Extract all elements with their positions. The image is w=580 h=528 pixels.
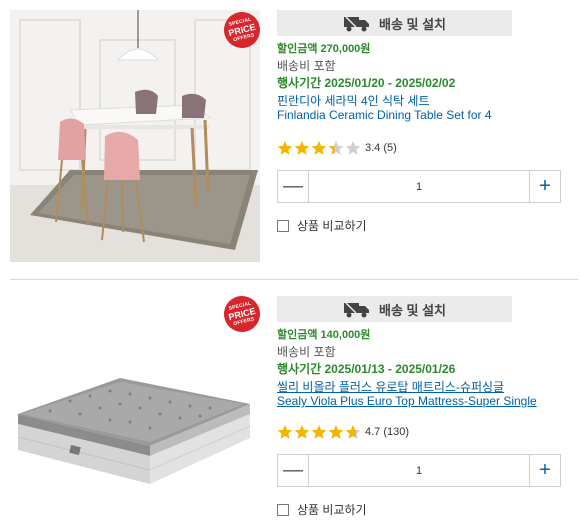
rating-text: 4.7 (130) bbox=[365, 426, 410, 438]
star-icon bbox=[328, 425, 344, 439]
rating-stars bbox=[277, 140, 361, 156]
product-card: SPECIAL PRICE OFFERS 배송 및 설치 할인금액 140,00… bbox=[0, 288, 580, 528]
star-icon bbox=[328, 141, 344, 155]
truck-icon bbox=[343, 16, 369, 32]
decrease-quantity-button[interactable]: — bbox=[278, 171, 308, 202]
delivery-label: 배송 및 설치 bbox=[378, 302, 447, 318]
dining-table-set-photo bbox=[10, 10, 260, 262]
compare-label: 상품 비교하기 bbox=[297, 503, 367, 517]
product-rating: 4.7 (130) bbox=[277, 423, 577, 441]
star-icon bbox=[311, 141, 327, 155]
product-image-mattress[interactable] bbox=[10, 296, 260, 528]
delivery-label: 배송 및 설치 bbox=[378, 16, 447, 32]
quantity-stepper: — 1 + bbox=[277, 454, 561, 487]
decrease-quantity-button[interactable]: — bbox=[278, 455, 308, 486]
product-name-en[interactable]: Sealy Viola Plus Euro Top Mattress-Super… bbox=[277, 394, 577, 410]
product-image-dining-set[interactable] bbox=[10, 10, 260, 262]
compare-label: 상품 비교하기 bbox=[297, 219, 367, 233]
compare-checkbox[interactable] bbox=[277, 219, 289, 232]
increase-quantity-button[interactable]: + bbox=[530, 455, 560, 486]
star-icon bbox=[345, 141, 361, 155]
mattress-photo bbox=[10, 296, 260, 528]
quantity-value: 1 bbox=[415, 464, 423, 477]
plus-icon: + bbox=[539, 459, 551, 481]
shipping-info: 배송비 포함 bbox=[277, 345, 336, 359]
minus-icon: — bbox=[283, 175, 303, 197]
star-icon bbox=[311, 425, 327, 439]
star-icon bbox=[294, 141, 310, 155]
product-card: SPECIAL PRICE OFFERS 배송 및 설치 할인금액 270,00… bbox=[0, 0, 580, 270]
increase-quantity-button[interactable]: + bbox=[530, 171, 560, 202]
promo-period: 행사기간 2025/01/13 - 2025/01/26 bbox=[277, 362, 456, 376]
product-name-en[interactable]: Finlandia Ceramic Dining Table Set for 4 bbox=[277, 108, 577, 124]
minus-icon: — bbox=[283, 459, 303, 481]
product-info: 배송 및 설치 할인금액 140,000원 배송비 포함 행사기간 2025/0… bbox=[277, 296, 577, 518]
product-info: 배송 및 설치 할인금액 270,000원 배송비 포함 행사기간 2025/0… bbox=[277, 10, 577, 234]
star-icon bbox=[277, 425, 293, 439]
compare-option[interactable]: 상품 비교하기 bbox=[277, 501, 577, 518]
discount-amount: 할인금액 270,000원 bbox=[277, 43, 371, 55]
quantity-input[interactable]: 1 bbox=[308, 455, 530, 486]
truck-icon bbox=[343, 302, 369, 318]
product-rating: 3.4 (5) bbox=[277, 139, 577, 157]
quantity-stepper: — 1 + bbox=[277, 170, 561, 203]
star-icon bbox=[294, 425, 310, 439]
discount-amount: 할인금액 140,000원 bbox=[277, 329, 371, 341]
product-divider bbox=[10, 279, 578, 280]
promo-period: 행사기간 2025/01/20 - 2025/02/02 bbox=[277, 76, 456, 90]
delivery-install-bar: 배송 및 설치 bbox=[277, 296, 512, 322]
product-name-ko[interactable]: 핀란디아 세라믹 4인 식탁 세트 bbox=[277, 92, 577, 108]
star-icon bbox=[345, 425, 361, 439]
rating-stars bbox=[277, 424, 361, 440]
compare-checkbox[interactable] bbox=[277, 503, 289, 516]
shipping-info: 배송비 포함 bbox=[277, 59, 336, 73]
quantity-value: 1 bbox=[415, 180, 423, 193]
rating-text: 3.4 (5) bbox=[365, 142, 397, 154]
star-icon bbox=[277, 141, 293, 155]
compare-option[interactable]: 상품 비교하기 bbox=[277, 217, 577, 234]
quantity-input[interactable]: 1 bbox=[308, 171, 530, 202]
delivery-install-bar: 배송 및 설치 bbox=[277, 10, 512, 36]
plus-icon: + bbox=[539, 175, 551, 197]
product-name-ko[interactable]: 씰리 비올라 플러스 유로탑 매트리스-슈퍼싱글 bbox=[277, 378, 577, 394]
